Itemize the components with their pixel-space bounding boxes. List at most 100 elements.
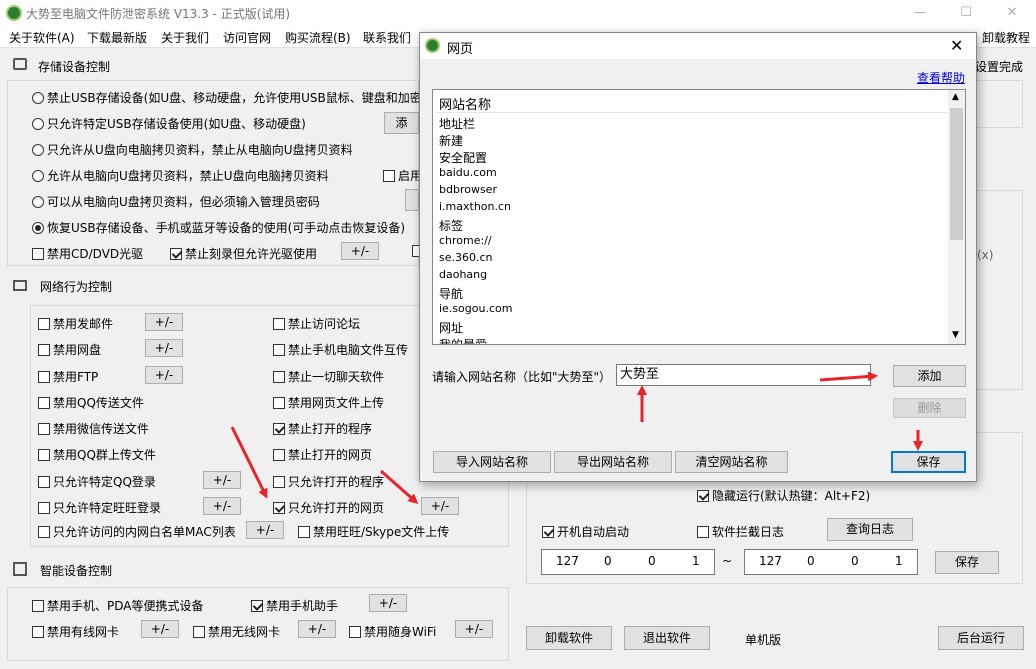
delete-site-button[interactable]: 删除: [893, 398, 966, 418]
checkbox-block-forum[interactable]: 禁止访问论坛: [273, 315, 360, 332]
radio-usb-to-pc-only[interactable]: 只允许从U盘向电脑拷贝资料，禁止从电脑向U盘拷贝资料: [32, 141, 353, 158]
export-sites-button[interactable]: 导出网站名称: [554, 451, 672, 473]
radio-indicator[interactable]: [32, 169, 44, 182]
checkbox-disable-netdisk[interactable]: 禁用网盘: [38, 341, 101, 358]
wifi-pm-button[interactable]: +/-: [455, 620, 493, 638]
ip-end-input[interactable]: 127 0 0 1: [744, 549, 918, 575]
close-window-icon[interactable]: ✕: [992, 3, 1032, 23]
help-link[interactable]: 查看帮助: [917, 69, 965, 86]
checkbox-indicator[interactable]: [38, 525, 50, 538]
checkbox-disable-phone-pda[interactable]: 禁用手机、PDA等便携式设备: [32, 597, 203, 614]
checkbox-indicator[interactable]: [697, 489, 709, 502]
checkbox-indicator[interactable]: [38, 501, 50, 514]
checkbox-disable-wechat-file[interactable]: 禁用微信传送文件: [38, 420, 149, 437]
list-item[interactable]: 我的最爱: [439, 336, 487, 344]
list-item[interactable]: bdbrowser: [439, 183, 497, 196]
list-item[interactable]: 导航: [439, 285, 463, 302]
list-item[interactable]: chrome://: [439, 234, 492, 247]
checkbox-auto-start[interactable]: 开机自动启动: [542, 523, 629, 540]
menu-about-us[interactable]: 关于我们: [161, 29, 209, 46]
add-usb-button[interactable]: 添: [384, 112, 419, 134]
list-item[interactable]: daohang: [439, 268, 487, 281]
menu-website[interactable]: 访问官网: [223, 29, 271, 46]
checkbox-indicator[interactable]: [32, 625, 44, 638]
dialog-close-icon[interactable]: ✕: [950, 36, 963, 55]
checkbox-indicator[interactable]: [38, 343, 50, 356]
checkbox-indicator[interactable]: [542, 525, 554, 538]
qq-pm-button[interactable]: +/-: [203, 471, 241, 489]
checkbox-disable-cd[interactable]: 禁用CD/DVD光驱: [32, 245, 143, 262]
mac-pm-button[interactable]: +/-: [246, 521, 284, 539]
list-scrollbar[interactable]: ▲ ▼: [948, 90, 965, 344]
wireless-pm-button[interactable]: +/-: [298, 620, 336, 638]
checkbox-hide-run[interactable]: 隐藏运行(默认热键：Alt+F2): [697, 487, 870, 504]
menu-about-software[interactable]: 关于软件(A): [9, 29, 75, 46]
checkbox-indicator[interactable]: [273, 475, 285, 488]
checkbox-disable-qq-file[interactable]: 禁用QQ传送文件: [38, 394, 144, 411]
radio-restore-usb[interactable]: 恢复USB存储设备、手机或蓝牙等设备的使用(可手动点击恢复设备): [32, 219, 405, 236]
radio-block-usb[interactable]: 禁止USB存储设备(如U盘、移动硬盘，允许使用USB鼠标、键盘和加密: [32, 89, 422, 106]
radio-indicator[interactable]: [32, 195, 44, 208]
radio-allow-specific-usb[interactable]: 只允许特定USB存储设备使用(如U盘、移动硬盘): [32, 115, 306, 132]
checkbox-specific-qq[interactable]: 只允许特定QQ登录: [38, 473, 156, 490]
checkbox-specific-wangwang[interactable]: 只允许特定旺旺登录: [38, 499, 161, 516]
checkbox-disable-burn[interactable]: 禁止刻录但允许光驱使用: [170, 245, 317, 262]
query-log-button[interactable]: 查询日志: [827, 518, 913, 541]
checkbox-disable-phone-helper[interactable]: 禁用手机助手: [251, 597, 338, 614]
checkbox-mac-whitelist[interactable]: 只允许访问的内网白名单MAC列表: [38, 523, 236, 540]
checkbox-allow-webpages[interactable]: 只允许打开的网页: [273, 499, 384, 516]
checkbox-indicator[interactable]: [170, 247, 182, 260]
add-site-button[interactable]: 添加: [893, 365, 966, 387]
menu-uninstall-tutorial[interactable]: 卸载教程: [982, 29, 1030, 46]
radio-indicator[interactable]: [32, 143, 44, 156]
checkbox-indicator[interactable]: [38, 448, 50, 461]
scroll-thumb[interactable]: [950, 108, 963, 240]
wangwang-pm-button[interactable]: +/-: [203, 497, 241, 515]
checkbox-disable-ftp[interactable]: 禁用FTP: [38, 368, 98, 385]
scroll-up-icon[interactable]: ▲: [952, 92, 959, 102]
list-item[interactable]: 新建: [439, 132, 463, 149]
checkbox-indicator[interactable]: [273, 343, 285, 356]
radio-indicator[interactable]: [32, 91, 44, 104]
dialog-save-button[interactable]: 保存: [891, 451, 966, 473]
checkbox-block-web-upload[interactable]: 禁用网页文件上传: [273, 394, 384, 411]
checkbox-indicator[interactable]: [38, 475, 50, 488]
checkbox-indicator[interactable]: [273, 501, 285, 514]
list-item[interactable]: 标签: [439, 217, 463, 234]
checkbox-disable-wifi[interactable]: 禁用随身WiFi: [349, 623, 436, 640]
checkbox-indicator[interactable]: [697, 525, 709, 538]
list-item[interactable]: ie.sogou.com: [439, 302, 512, 315]
exit-button[interactable]: 退出软件: [624, 626, 710, 650]
radio-pc-to-usb-only[interactable]: 允许从电脑向U盘拷贝资料，禁止U盘向电脑拷贝资料: [32, 167, 329, 184]
checkbox-block-chat[interactable]: 禁止一切聊天软件: [273, 368, 384, 385]
site-listbox[interactable]: 网站名称 地址栏 新建 安全配置 baidu.com bdbrowser i.m…: [432, 89, 966, 345]
checkbox-indicator[interactable]: [273, 317, 285, 330]
phone-helper-pm-button[interactable]: +/-: [369, 594, 407, 612]
checkbox-indicator[interactable]: [273, 448, 285, 461]
import-sites-button[interactable]: 导入网站名称: [433, 451, 551, 473]
wired-pm-button[interactable]: +/-: [141, 620, 179, 638]
cd-pm-button[interactable]: +/-: [341, 242, 379, 260]
checkbox-block-programs[interactable]: 禁止打开的程序: [273, 420, 372, 437]
checkbox-indicator[interactable]: [38, 370, 50, 383]
menu-download[interactable]: 下载最新版: [87, 29, 147, 46]
menu-contact[interactable]: 联系我们: [363, 29, 411, 46]
checkbox-wangwang-skype[interactable]: 禁用旺旺/Skype文件上传: [298, 523, 449, 540]
checkbox-block-webpages[interactable]: 禁止打开的网页: [273, 446, 372, 463]
ip-start-input[interactable]: 127 0 0 1: [541, 549, 715, 575]
minimize-icon[interactable]: —: [900, 3, 940, 23]
site-name-input[interactable]: 大势至: [616, 364, 871, 386]
checkbox-indicator[interactable]: [32, 247, 44, 260]
checkbox-indicator[interactable]: [38, 396, 50, 409]
list-item[interactable]: i.maxthon.cn: [439, 200, 511, 213]
email-pm-button[interactable]: +/-: [145, 313, 183, 331]
ftp-pm-button[interactable]: +/-: [145, 366, 183, 384]
checkbox-indicator[interactable]: [273, 396, 285, 409]
list-item[interactable]: 安全配置: [439, 149, 487, 166]
checkbox-indicator[interactable]: [193, 625, 205, 638]
maximize-icon[interactable]: ☐: [946, 3, 986, 23]
checkbox-disable-wired[interactable]: 禁用有线网卡: [32, 623, 119, 640]
menu-purchase[interactable]: 购买流程(B): [285, 29, 351, 46]
checkbox-block-log[interactable]: 软件拦截日志: [697, 523, 784, 540]
allow-webpages-pm-button[interactable]: +/-: [421, 497, 459, 515]
